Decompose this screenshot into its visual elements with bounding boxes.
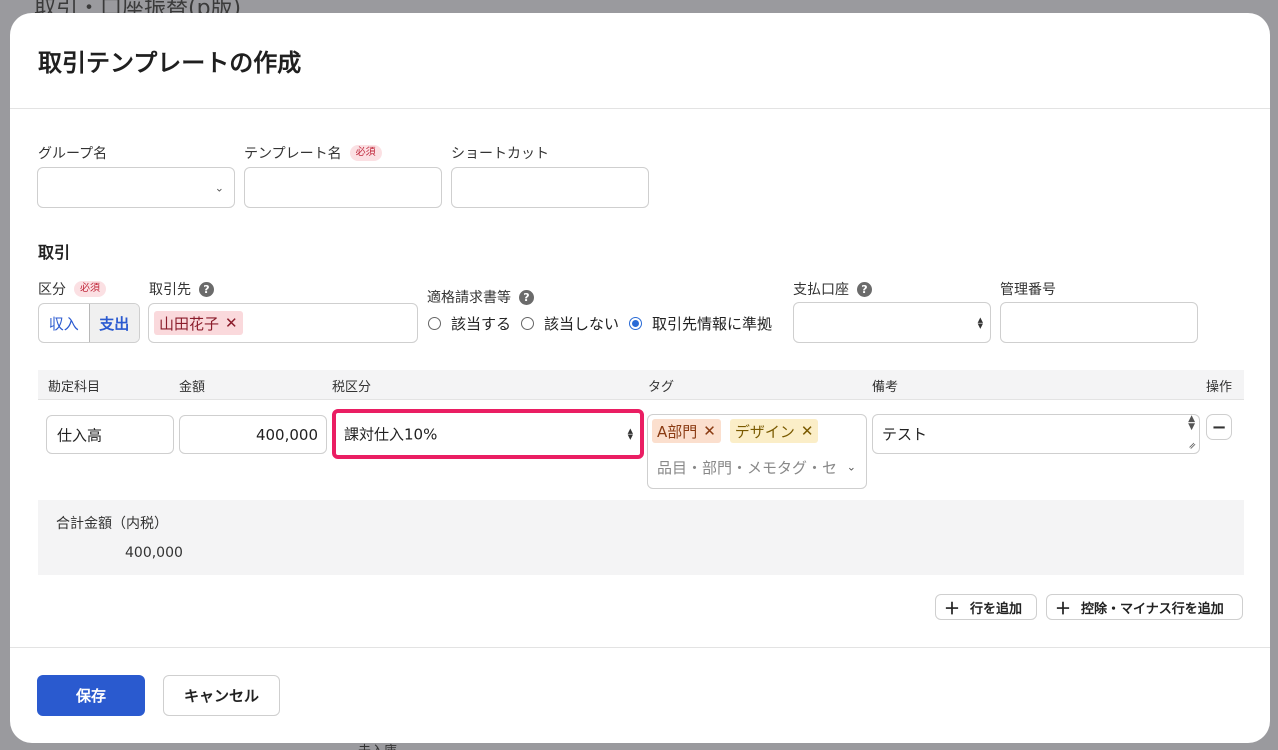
memo-textarea[interactable]: テスト ▲ ▼ ═	[872, 414, 1200, 454]
partner-chip: 山田花子 ✕	[154, 311, 243, 335]
updown-icon[interactable]: ▲ ▼	[1188, 415, 1195, 432]
help-icon[interactable]: ?	[199, 281, 214, 297]
radio-icon	[521, 317, 535, 330]
mgmt-number-input[interactable]	[1000, 302, 1198, 343]
tag-chip-a-dept: A部門 ✕	[652, 419, 721, 443]
partner-input[interactable]: 山田花子 ✕	[148, 303, 418, 343]
template-modal: 取引テンプレートの作成 グループ名 ⌄ テンプレート名 必須 ショートカット 取引…	[10, 13, 1270, 743]
required-badge: 必須	[349, 145, 382, 161]
invoice-radio-partner[interactable]: 取引先情報に準拠	[629, 313, 772, 334]
total-box: 合計金額（内税） 400,000	[38, 500, 1244, 575]
add-minus-row-button[interactable]: ＋控除・マイナス行を追加	[1046, 594, 1243, 620]
updown-icon: ▲ ▼	[977, 315, 983, 330]
header-memo: 備考	[872, 380, 899, 395]
table-header: 勘定科目 金額 税区分 タグ 備考 操作	[38, 370, 1244, 400]
modal-header: 取引テンプレートの作成	[10, 13, 1270, 109]
section-title: 取引	[38, 243, 71, 262]
header-tag: タグ	[648, 380, 675, 395]
radio-checked-icon	[629, 317, 643, 330]
account-cell-input[interactable]: 仕入高	[46, 415, 174, 454]
tag-placeholder: 品目・部門・メモタグ・セ	[657, 459, 838, 477]
close-icon[interactable]: ✕	[703, 422, 716, 440]
updown-icon: ▲ ▼	[627, 427, 633, 441]
tag-chip-design: デザイン ✕	[729, 419, 819, 443]
close-icon[interactable]: ✕	[225, 314, 238, 332]
group-select[interactable]: ⌄	[37, 167, 235, 208]
chevron-down-icon: ⌄	[846, 460, 856, 474]
invoice-label: 適格請求書等?	[427, 287, 534, 307]
template-name-input[interactable]	[244, 167, 442, 208]
plus-icon: ＋	[944, 599, 961, 618]
help-icon[interactable]: ?	[857, 281, 872, 297]
add-row-button[interactable]: ＋行を追加	[935, 594, 1037, 620]
plus-icon: ＋	[1055, 599, 1072, 618]
modal-title: 取引テンプレートの作成	[38, 49, 302, 77]
invoice-radio-yes[interactable]: 該当する	[428, 313, 511, 334]
shortcut-label: ショートカット	[451, 146, 549, 162]
help-icon[interactable]: ?	[519, 289, 534, 305]
kubun-label: 区分 必須	[38, 279, 106, 299]
save-button[interactable]: 保存	[37, 675, 145, 716]
shortcut-input[interactable]	[451, 167, 649, 208]
minus-icon: −	[1211, 416, 1227, 438]
total-value: 400,000	[125, 545, 183, 561]
account-label: 支払口座?	[793, 279, 872, 299]
header-account: 勘定科目	[48, 380, 101, 395]
close-icon[interactable]: ✕	[801, 422, 814, 440]
cancel-button[interactable]: キャンセル	[163, 675, 280, 716]
amount-cell-input[interactable]: 400,000	[179, 415, 327, 454]
remove-row-button[interactable]: −	[1206, 414, 1232, 440]
invoice-radio-no[interactable]: 該当しない	[521, 313, 619, 334]
template-label: テンプレート名 必須	[244, 143, 382, 163]
kubun-expense-button[interactable]: 支出	[88, 304, 139, 342]
mgmt-label: 管理番号	[1000, 282, 1056, 298]
radio-icon	[428, 317, 441, 330]
tax-category-select[interactable]: 課対仕入10% ▲ ▼	[332, 409, 644, 459]
account-select[interactable]: ▲ ▼	[793, 302, 991, 343]
required-badge: 必須	[74, 281, 106, 297]
group-label: グループ名	[38, 146, 108, 162]
header-amount: 金額	[179, 380, 206, 395]
total-label: 合計金額（内税）	[56, 516, 168, 532]
kubun-income-button[interactable]: 収入	[39, 304, 89, 342]
invoice-radio-group: 該当する 該当しない 取引先情報に準拠	[428, 313, 782, 334]
chevron-down-icon: ⌄	[214, 181, 224, 194]
partner-label: 取引先?	[149, 279, 214, 299]
header-actions: 操作	[1206, 380, 1233, 395]
kubun-segmented: 収入 支出	[38, 303, 140, 343]
resize-icon[interactable]: ═	[1187, 440, 1199, 452]
footer-divider	[10, 647, 1270, 648]
tag-input[interactable]: A部門 ✕ デザイン ✕ 品目・部門・メモタグ・セ ⌄	[647, 414, 867, 489]
header-tax: 税区分	[332, 380, 372, 395]
